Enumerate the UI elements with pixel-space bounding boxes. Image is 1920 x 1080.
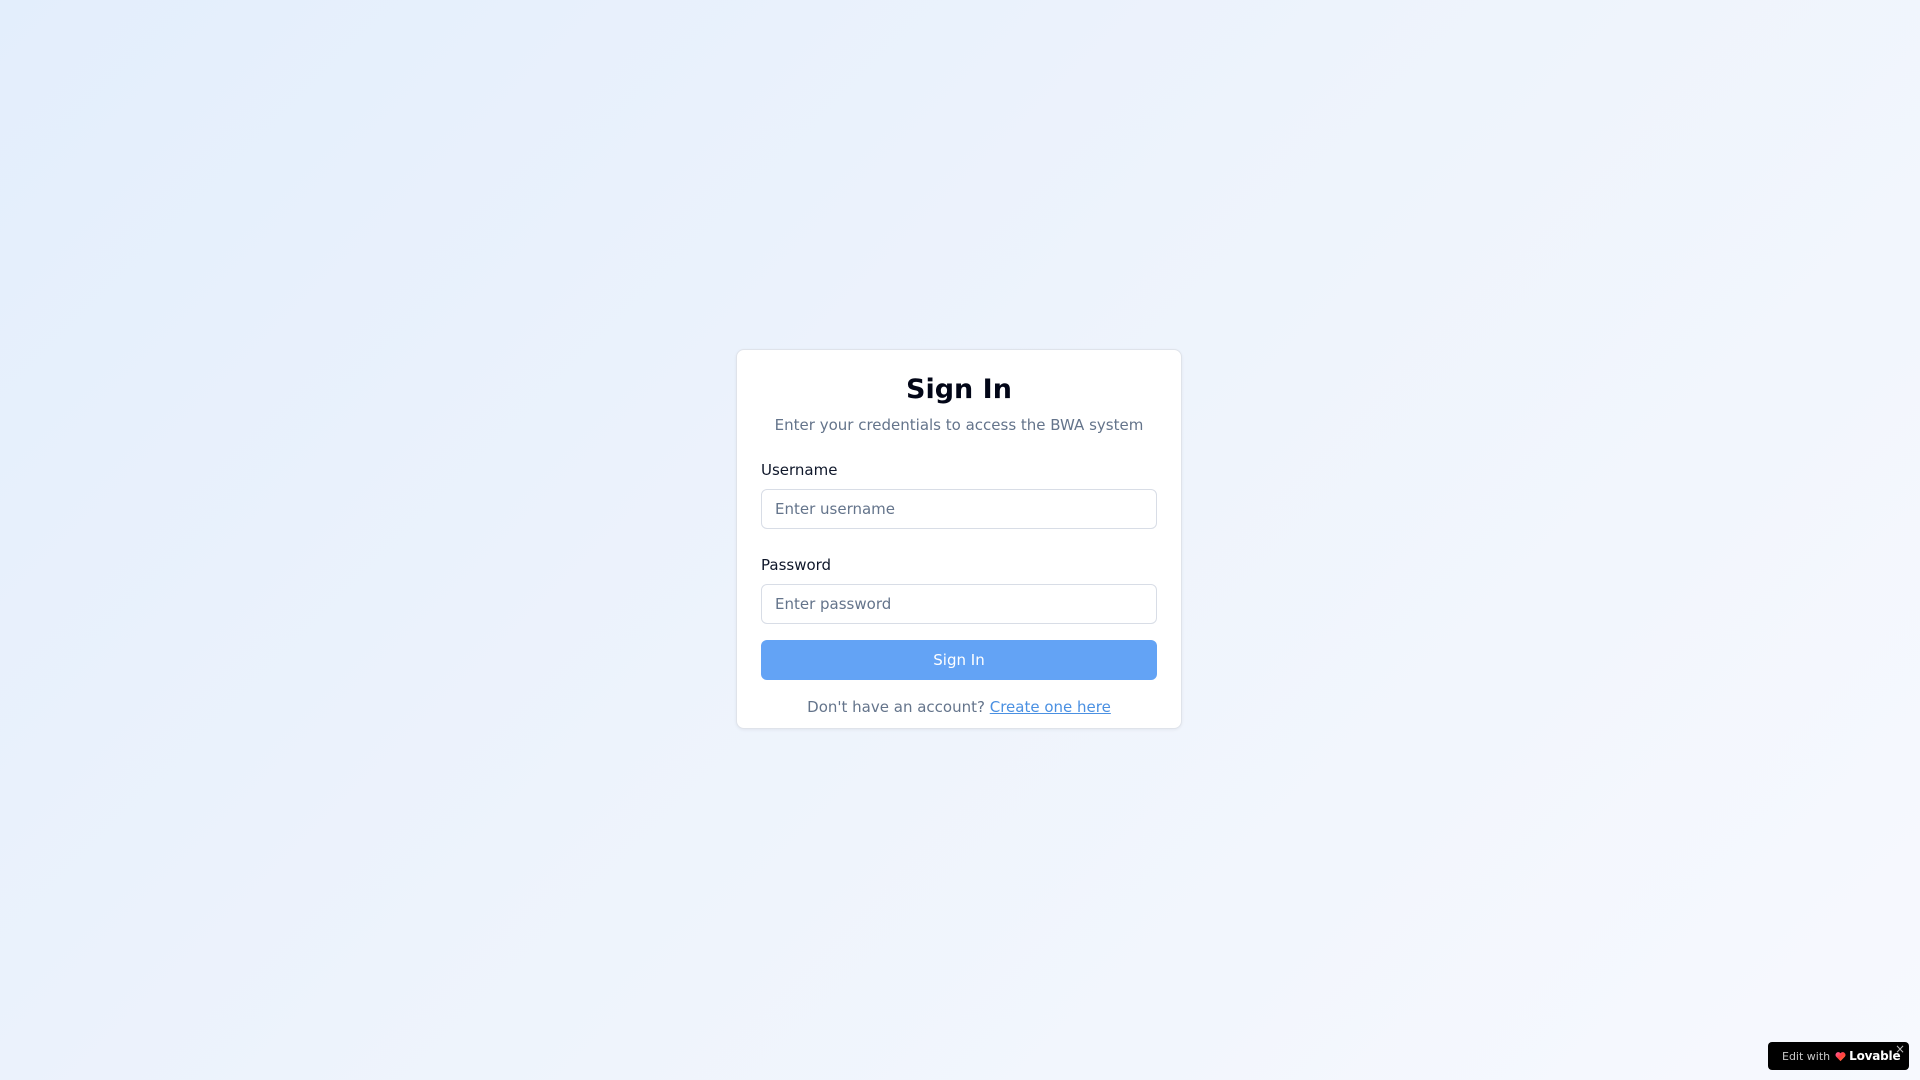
badge-brand-text: Lovable (1849, 1049, 1901, 1063)
username-label: Username (761, 461, 838, 479)
close-icon[interactable]: × (1895, 1042, 1905, 1056)
create-account-prompt: Don't have an account? Create one here (761, 697, 1157, 717)
create-account-link[interactable]: Create one here (990, 698, 1111, 716)
sign-in-card: Sign In Enter your credentials to access… (736, 349, 1182, 729)
create-account-text: Don't have an account? (807, 698, 985, 716)
badge-prefix-text: Edit with (1782, 1049, 1831, 1063)
password-input[interactable] (761, 584, 1157, 624)
page-title: Sign In (906, 374, 1012, 405)
username-input[interactable] (761, 489, 1157, 529)
sign-in-button[interactable]: Sign In (761, 640, 1157, 680)
edit-with-lovable-badge[interactable]: Edit with Lovable × (1768, 1042, 1909, 1070)
password-label: Password (761, 556, 832, 574)
page-subtitle: Enter your credentials to access the BWA… (774, 416, 1144, 434)
heart-icon (1835, 1051, 1846, 1061)
